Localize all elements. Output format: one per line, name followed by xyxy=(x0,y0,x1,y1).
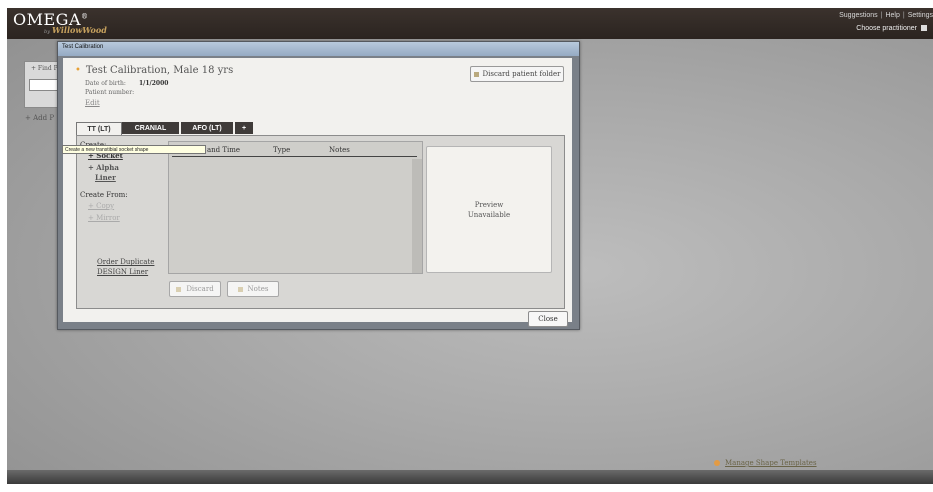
find-patient-label: + Find P xyxy=(31,65,58,72)
tab-afo-lt[interactable]: AFO (LT) xyxy=(181,122,233,134)
create-copy-link[interactable]: + Copy xyxy=(88,202,114,210)
create-alpha-liner-link[interactable]: + Alpha xyxy=(88,163,119,172)
tab-tt-lt[interactable]: TT (LT) xyxy=(76,122,122,135)
socket-tooltip: Create a new transtibial socket shape xyxy=(62,145,206,154)
choose-practitioner-dropdown[interactable]: Choose practitioner xyxy=(856,25,927,32)
tab-cranial[interactable]: CRANIAL xyxy=(122,122,179,134)
create-liner-link[interactable]: Liner xyxy=(95,173,116,182)
dialog-client: Test Calibration, Male 18 yrs Date of bi… xyxy=(63,58,572,327)
dialog-title: Test Calibration xyxy=(62,44,104,50)
notes-icon xyxy=(237,286,243,292)
discard-patient-folder-button[interactable]: Discard patient folder xyxy=(470,66,564,82)
preview-panel: Preview Unavailable xyxy=(426,146,552,273)
close-button[interactable]: Close xyxy=(528,311,568,327)
dob-value: 1/1/2000 xyxy=(139,80,169,87)
column-header-type[interactable]: Type xyxy=(273,146,290,154)
suggestions-link[interactable]: Suggestions xyxy=(839,12,878,19)
test-calibration-dialog: Test Calibration Test Calibration, Male … xyxy=(57,41,580,330)
help-link[interactable]: Help xyxy=(885,12,899,19)
manage-shape-templates-link[interactable]: Manage Shape Templates xyxy=(714,459,817,467)
dob-label: Date of birth: xyxy=(85,80,126,87)
tab-add[interactable]: + xyxy=(235,122,253,134)
shape-list[interactable]: Date and Time Type Notes xyxy=(168,141,423,274)
tab-content-panel: Create: + Socket + Alpha Liner Create Fr… xyxy=(76,135,565,309)
patient-number-label: Patient number: xyxy=(85,89,135,96)
dialog-titlebar[interactable]: Test Calibration xyxy=(58,42,579,56)
edit-link[interactable]: Edit xyxy=(85,99,100,107)
top-bar: OMEGA® by WillowWood Suggestions | Help | Set… xyxy=(7,8,933,39)
patient-name: Test Calibration, Male 18 yrs xyxy=(75,65,233,76)
column-header-notes[interactable]: Notes xyxy=(329,146,350,154)
header-divider xyxy=(172,156,417,157)
bottom-bar xyxy=(7,470,933,484)
list-scrollbar[interactable] xyxy=(412,159,422,273)
settings-link[interactable]: Settings xyxy=(908,12,933,19)
discard-icon xyxy=(176,286,182,292)
top-links: Suggestions | Help | Settings xyxy=(839,12,933,19)
order-duplicate-design-liner-link[interactable]: Order Duplicate DESIGN Liner xyxy=(97,257,154,277)
create-from-label: Create From: xyxy=(80,191,128,199)
discard-icon xyxy=(473,71,479,77)
discard-button[interactable]: Discard xyxy=(169,281,221,297)
create-mirror-link[interactable]: + Mirror xyxy=(88,214,120,222)
add-patient-link[interactable]: + Add P xyxy=(25,114,54,122)
notes-button[interactable]: Notes xyxy=(227,281,279,297)
willowwood-logo: by WillowWood xyxy=(44,25,107,35)
omega-app-window: OMEGA® by WillowWood Suggestions | Help | Set… xyxy=(7,8,933,484)
